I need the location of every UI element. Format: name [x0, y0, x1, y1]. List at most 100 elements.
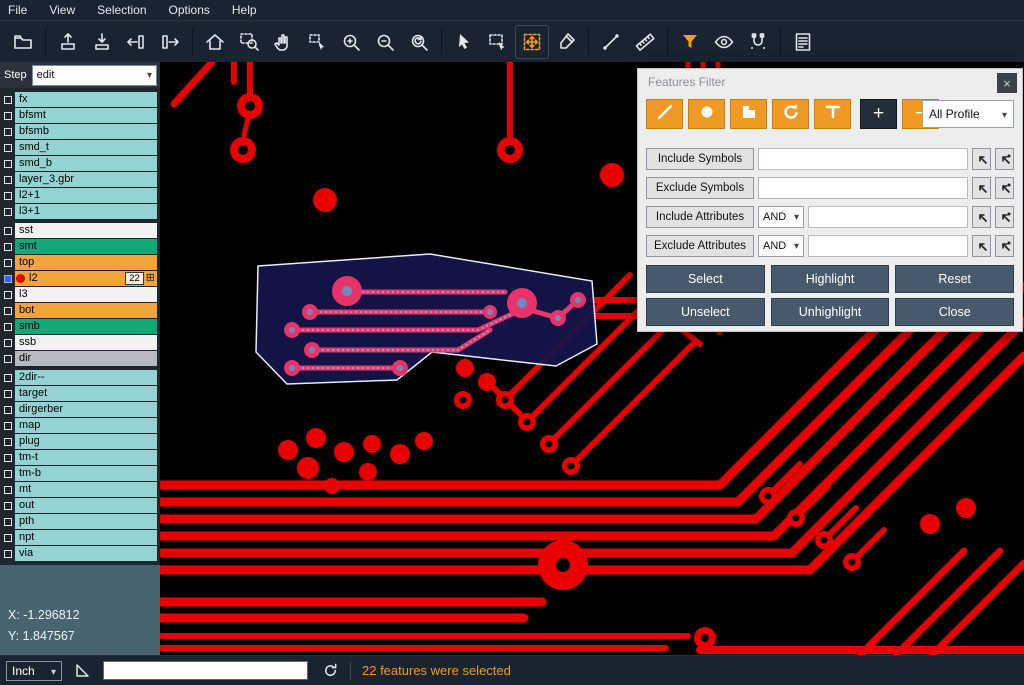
exclude-attributes-button[interactable]: Exclude Attributes: [646, 235, 754, 257]
layer-name[interactable]: l2+1: [15, 188, 157, 203]
layer-name[interactable]: map: [15, 418, 157, 433]
layer-checkbox[interactable]: [0, 291, 15, 299]
layer-row-npt[interactable]: npt: [0, 530, 160, 545]
layer-checkbox[interactable]: [0, 534, 15, 542]
export-step-button[interactable]: [52, 26, 84, 58]
menu-item-file[interactable]: File: [0, 0, 38, 20]
layer-row-2dir--[interactable]: 2dir--: [0, 370, 160, 385]
layer-name[interactable]: pth: [15, 514, 157, 529]
layer-row-sst[interactable]: sst: [0, 223, 160, 238]
pick-from-list-button[interactable]: [995, 235, 1014, 257]
pick-from-list-button[interactable]: [995, 148, 1014, 170]
exclude-symbols-button[interactable]: Exclude Symbols: [646, 177, 754, 199]
ruler-button[interactable]: [629, 26, 661, 58]
zoom-window-button[interactable]: [233, 26, 265, 58]
pick-from-screen-button[interactable]: [972, 177, 991, 199]
lasso-select-button[interactable]: [301, 26, 333, 58]
features-filter-button[interactable]: [674, 26, 706, 58]
layer-checkbox[interactable]: [0, 422, 15, 430]
include-attributes-logic-select[interactable]: AND: [758, 206, 804, 228]
layer-row-l2[interactable]: l2⊞22: [0, 271, 160, 286]
layer-checkbox[interactable]: [0, 486, 15, 494]
layer-row-bfsmt[interactable]: bfsmt: [0, 108, 160, 123]
command-input[interactable]: [103, 661, 308, 680]
layer-checkbox[interactable]: [0, 438, 15, 446]
layer-name[interactable]: l2⊞22: [15, 271, 157, 286]
layer-name[interactable]: layer_3.gbr: [15, 172, 157, 187]
filter-text-button[interactable]: [814, 99, 851, 129]
layer-row-tm-t[interactable]: tm-t: [0, 450, 160, 465]
include-attributes-input[interactable]: [808, 206, 968, 228]
step-select[interactable]: edit: [32, 65, 157, 86]
pointer-button[interactable]: [448, 26, 480, 58]
layer-name[interactable]: fx: [15, 92, 157, 107]
layer-checkbox[interactable]: [0, 128, 15, 136]
layer-name[interactable]: dirgerber: [15, 402, 157, 417]
home-button[interactable]: [199, 26, 231, 58]
snap-magnet-button[interactable]: [742, 26, 774, 58]
selection-polygon[interactable]: [256, 254, 597, 384]
unhighlight-button[interactable]: Unhighlight: [771, 298, 890, 326]
corner-tool-icon[interactable]: [74, 662, 91, 679]
layer-row-l3+1[interactable]: l3+1: [0, 204, 160, 219]
menu-item-help[interactable]: Help: [221, 0, 268, 20]
layer-checkbox[interactable]: [0, 259, 15, 267]
exclude-attributes-input[interactable]: [808, 235, 968, 257]
layer-row-fx[interactable]: fx: [0, 92, 160, 107]
include-attributes-button[interactable]: Include Attributes: [646, 206, 754, 228]
layer-name[interactable]: bfsmt: [15, 108, 157, 123]
layer-row-smt[interactable]: smt: [0, 239, 160, 254]
layer-row-target[interactable]: target: [0, 386, 160, 401]
layer-name[interactable]: smd_t: [15, 140, 157, 155]
layer-row-l2+1[interactable]: l2+1: [0, 188, 160, 203]
menu-item-view[interactable]: View: [38, 0, 86, 20]
menu-item-selection[interactable]: Selection: [86, 0, 157, 20]
layer-checkbox[interactable]: [0, 192, 15, 200]
pick-from-screen-button[interactable]: [972, 206, 991, 228]
pick-from-list-button[interactable]: [995, 177, 1014, 199]
layer-name[interactable]: tm-b: [15, 466, 157, 481]
reset-button[interactable]: Reset: [895, 265, 1014, 293]
open-folder-button[interactable]: [7, 26, 39, 58]
layer-checkbox[interactable]: [0, 339, 15, 347]
layer-name[interactable]: bot: [15, 303, 157, 318]
layer-checkbox[interactable]: [0, 518, 15, 526]
layer-row-layer_3.gbr[interactable]: layer_3.gbr: [0, 172, 160, 187]
layer-name[interactable]: sst: [15, 223, 157, 238]
add-filter-button[interactable]: +: [860, 99, 897, 129]
layer-checkbox[interactable]: [0, 176, 15, 184]
layer-row-bfsmb[interactable]: bfsmb: [0, 124, 160, 139]
layer-checkbox[interactable]: [0, 454, 15, 462]
menu-item-options[interactable]: Options: [158, 0, 221, 20]
layer-row-smd_t[interactable]: smd_t: [0, 140, 160, 155]
rect-select-button[interactable]: [482, 26, 514, 58]
step-back-button[interactable]: [120, 26, 152, 58]
layer-checkbox[interactable]: [0, 323, 15, 331]
layer-name[interactable]: npt: [15, 530, 157, 545]
layer-checkbox[interactable]: [0, 227, 15, 235]
layer-name[interactable]: 2dir--: [15, 370, 157, 385]
import-step-button[interactable]: [86, 26, 118, 58]
layer-row-dirgerber[interactable]: dirgerber: [0, 402, 160, 417]
pan-hand-button[interactable]: [267, 26, 299, 58]
layer-name[interactable]: l3: [15, 287, 157, 302]
zoom-in-button[interactable]: [335, 26, 367, 58]
move-selection-button[interactable]: [516, 26, 548, 58]
exclude-attributes-logic-select[interactable]: AND: [758, 235, 804, 257]
layer-checkbox[interactable]: [0, 390, 15, 398]
include-symbols-button[interactable]: Include Symbols: [646, 148, 754, 170]
layer-row-top[interactable]: top: [0, 255, 160, 270]
filter-pad-button[interactable]: [688, 99, 725, 129]
layer-checkbox[interactable]: [0, 275, 15, 283]
filter-surface-button[interactable]: [730, 99, 767, 129]
pick-from-list-button[interactable]: [995, 206, 1014, 228]
zoom-out-button[interactable]: [369, 26, 401, 58]
layer-name[interactable]: smt: [15, 239, 157, 254]
layer-visibility-button[interactable]: [708, 26, 740, 58]
layer-checkbox[interactable]: [0, 112, 15, 120]
close-icon[interactable]: [997, 73, 1017, 93]
layer-checkbox[interactable]: [0, 243, 15, 251]
layer-checkbox[interactable]: [0, 307, 15, 315]
filter-line-button[interactable]: [646, 99, 683, 129]
layer-grid-icon[interactable]: ⊞: [146, 271, 155, 285]
